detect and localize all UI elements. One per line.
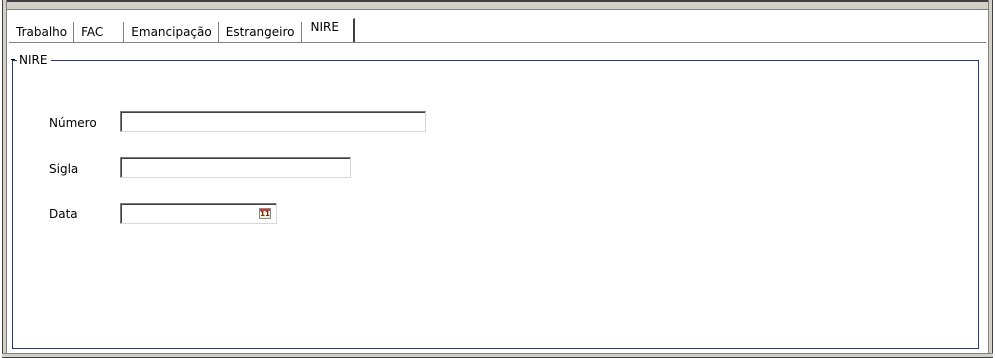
tab-emancipacao[interactable]: Emancipação xyxy=(124,22,219,42)
tab-trabalho[interactable]: Trabalho xyxy=(9,22,75,42)
numero-field[interactable] xyxy=(120,111,426,132)
frame-right xyxy=(988,0,993,358)
tab-underline xyxy=(9,42,986,44)
data-field[interactable]: 11 xyxy=(120,203,277,224)
numero-input[interactable] xyxy=(121,112,425,131)
sigla-input[interactable] xyxy=(121,158,350,177)
numero-label: Número xyxy=(49,116,97,130)
data-input[interactable] xyxy=(121,204,276,223)
sigla-field[interactable] xyxy=(120,157,351,178)
data-label: Data xyxy=(49,207,78,221)
tab-estrangeiro[interactable]: Estrangeiro xyxy=(218,22,302,42)
frame-left xyxy=(2,0,7,358)
frame-bottom xyxy=(2,353,993,358)
nire-group: NIRE Número Sigla Data 11 xyxy=(10,53,979,349)
sigla-label: Sigla xyxy=(49,162,79,176)
tab-nire[interactable]: NIRE xyxy=(301,18,355,42)
group-title: NIRE xyxy=(10,53,52,67)
frame-top xyxy=(2,0,993,10)
tab-fac[interactable]: FAC xyxy=(74,22,125,42)
calendar-icon[interactable]: 11 xyxy=(259,208,271,219)
tab-bar: Trabalho FAC Emancipação Estrangeiro NIR… xyxy=(9,18,355,42)
